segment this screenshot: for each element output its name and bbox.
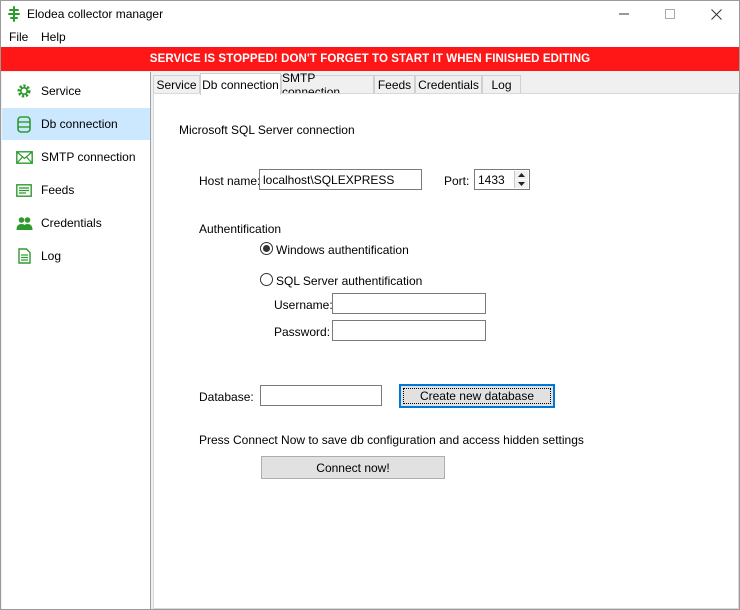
tab-service[interactable]: Service [153,75,200,94]
menu-bar: File Help [1,27,739,47]
authentication-label: Authentification [199,222,282,236]
menu-file[interactable]: File [7,29,30,45]
section-title: Microsoft SQL Server connection [179,123,355,137]
sidebar-item-label: Credentials [41,216,102,230]
title-bar: Elodea collector manager [1,1,739,27]
arrow-down-icon [518,182,525,186]
sql-auth-radio[interactable] [260,273,273,286]
spin-up-button[interactable] [515,171,528,179]
sql-auth-label[interactable]: SQL Server authentification [276,274,422,288]
connect-now-label: Connect now! [316,460,390,475]
port-spin-buttons [514,171,528,188]
host-name-label: Host name: [199,174,261,188]
username-input[interactable] [332,293,486,314]
window-title: Elodea collector manager [27,7,164,21]
maximize-icon [665,9,675,19]
sidebar-item-label: Log [41,249,62,263]
windows-auth-label[interactable]: Windows authentification [276,243,409,257]
minimize-icon [619,13,629,15]
password-label: Password: [274,325,331,339]
sidebar-item-label: Service [41,84,82,98]
sidebar-item-label: Db connection [41,117,118,131]
feed-icon [15,181,33,199]
tab-strip: Service Db connection SMTP connection Fe… [153,71,739,99]
username-label: Username: [274,298,333,312]
database-label: Database: [199,390,254,404]
sidebar-item-service[interactable]: Service [2,75,150,107]
gear-icon [15,82,33,100]
create-database-button[interactable]: Create new database [399,384,555,408]
host-name-input[interactable] [259,169,422,190]
connect-now-button[interactable]: Connect now! [261,456,445,479]
focus-rectangle [403,388,551,404]
close-button[interactable] [693,1,739,27]
banner-text: SERVICE IS STOPPED! DON'T FORGET TO STAR… [149,53,591,65]
people-icon [15,214,33,232]
port-stepper[interactable]: 1433 [474,169,530,190]
tab-log[interactable]: Log [482,75,521,94]
sidebar: Service Db connection SMTP connection Fe… [2,72,151,609]
sidebar-item-log[interactable]: Log [2,240,150,272]
database-icon [15,115,33,133]
db-connection-panel: Microsoft SQL Server connection Host nam… [153,93,739,609]
document-icon [15,247,33,265]
tab-credentials[interactable]: Credentials [415,75,482,94]
close-icon [710,8,722,20]
database-input[interactable] [260,385,382,406]
sidebar-item-smtp-connection[interactable]: SMTP connection [2,141,150,173]
sidebar-item-credentials[interactable]: Credentials [2,207,150,239]
connect-hint-text: Press Connect Now to save db configurati… [199,433,584,447]
port-label: Port: [444,174,470,188]
tab-feeds[interactable]: Feeds [374,75,415,94]
arrow-up-icon [518,173,525,177]
windows-auth-radio[interactable] [260,242,273,255]
password-input[interactable] [332,320,486,341]
app-window: Elodea collector manager File Help SERVI… [0,0,740,610]
maximize-button[interactable] [647,1,693,27]
spin-down-button[interactable] [515,180,528,188]
tab-db-connection[interactable]: Db connection [200,73,281,95]
app-logo-icon [8,6,20,22]
service-stopped-banner: SERVICE IS STOPPED! DON'T FORGET TO STAR… [1,47,739,71]
tab-smtp-connection[interactable]: SMTP connection [281,71,374,99]
sidebar-item-feeds[interactable]: Feeds [2,174,150,206]
sidebar-item-label: SMTP connection [41,150,136,164]
sidebar-item-label: Feeds [41,183,75,197]
minimize-button[interactable] [601,1,647,27]
sidebar-item-db-connection[interactable]: Db connection [2,108,150,140]
menu-help[interactable]: Help [39,29,68,45]
port-value: 1433 [478,173,505,187]
envelope-icon [15,148,33,166]
